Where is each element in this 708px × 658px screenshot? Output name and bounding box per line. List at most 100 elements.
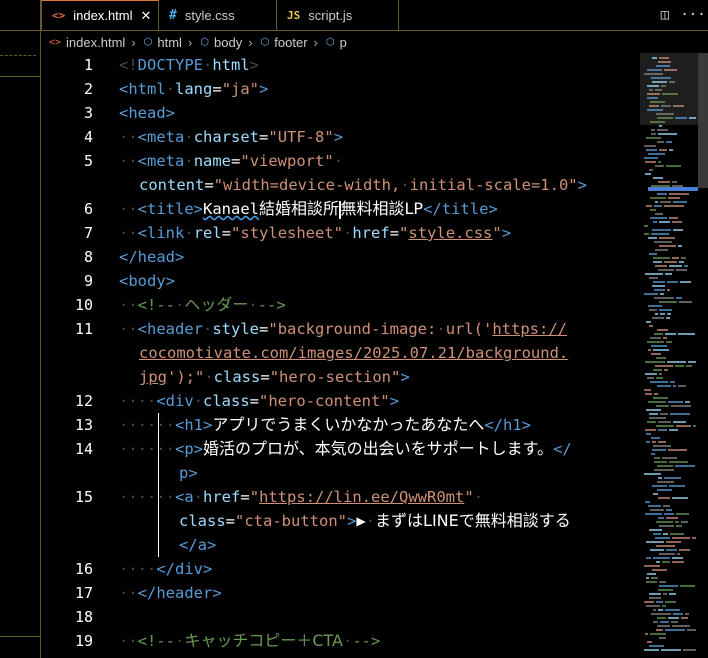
link-line-url[interactable]: https://lin.ee/QwwR0mt — [259, 488, 464, 506]
minimap-stroke — [646, 321, 651, 323]
minimap-stroke — [655, 201, 658, 203]
breadcrumb-label: body — [214, 34, 243, 50]
minimap[interactable] — [640, 53, 698, 658]
token-tag: > — [400, 368, 410, 386]
minimap-stroke — [665, 601, 676, 603]
minimap-stroke — [655, 89, 662, 91]
token-comment: --> — [257, 296, 286, 314]
breadcrumb-item-p[interactable]: ⬡ p — [318, 35, 347, 50]
code-line-wrap: </a> — [179, 533, 216, 557]
tab-style-css[interactable]: # style.css — [159, 0, 277, 30]
minimap-stroke — [653, 177, 663, 179]
minimap-stroke — [651, 577, 658, 579]
token-comment: <!-- — [137, 632, 175, 650]
minimap-stroke — [659, 309, 672, 311]
tab-label: index.html — [73, 8, 133, 23]
vertical-scrollbar-thumb[interactable] — [698, 53, 708, 188]
minimap-stroke — [657, 625, 670, 627]
token-bracket: <! — [119, 56, 138, 74]
minimap-stroke — [666, 541, 681, 543]
minimap-stroke — [647, 93, 660, 95]
minimap-stroke — [677, 553, 680, 555]
minimap-stroke — [672, 557, 683, 559]
minimap-stroke — [658, 477, 662, 479]
code-line: <!DOCTYPE·html> — [119, 56, 260, 74]
minimap-stroke — [659, 245, 676, 247]
minimap-stroke — [656, 545, 675, 547]
link-background-url[interactable]: https:// — [492, 320, 567, 338]
minimap-stroke — [673, 229, 683, 231]
close-icon[interactable]: ✕ — [141, 8, 152, 24]
minimap-stroke — [660, 413, 668, 415]
token-string: "width=device-width, — [213, 176, 401, 194]
minimap-stroke — [675, 117, 687, 119]
minimap-stroke — [648, 237, 657, 239]
minimap-stroke — [646, 581, 657, 583]
minimap-stroke — [646, 557, 651, 559]
code-line-wrap: class="cta-button">▶·まずはLINEで無料相談する — [179, 511, 571, 530]
minimap-stroke — [656, 357, 666, 359]
minimap-stroke — [654, 205, 662, 207]
token-tag: > — [389, 392, 400, 410]
token-attr: charset — [193, 128, 260, 146]
line-number: 16 — [74, 560, 93, 578]
play-triangle-glyph: ▶ — [356, 512, 366, 530]
minimap-stroke — [692, 537, 696, 539]
minimap-stroke — [668, 449, 687, 451]
minimap-stroke — [665, 629, 685, 631]
minimap-stroke — [650, 381, 668, 383]
more-actions-icon[interactable]: ··· — [680, 7, 705, 23]
minimap-stroke — [658, 441, 666, 443]
minimap-stroke — [645, 501, 650, 503]
minimap-stroke — [645, 361, 665, 363]
minimap-stroke — [655, 249, 668, 251]
code-line: ··<link·rel="stylesheet"·href="style.css… — [119, 224, 512, 242]
minimap-stroke — [645, 373, 657, 375]
minimap-stroke — [648, 153, 665, 155]
token-tag: <p> — [175, 440, 203, 458]
breadcrumb-item-body[interactable]: ⬡ body › — [192, 35, 252, 50]
code-line: ······<a·href="https://lin.ee/QwwR0mt"· — [119, 488, 484, 506]
minimap-stroke — [661, 649, 681, 651]
minimap-stroke — [651, 233, 669, 235]
code-line: ······<h1>アプリでうまくいかなかったあなたへ</h1> — [119, 415, 532, 434]
minimap-stroke — [668, 617, 679, 619]
tab-index-html[interactable]: <> index.html ✕ — [41, 0, 159, 30]
minimap-stroke — [653, 445, 671, 447]
minimap-stroke — [667, 281, 678, 283]
token-tag: <link — [137, 224, 185, 242]
sidebar-divider — [0, 30, 40, 31]
minimap-stroke — [649, 253, 657, 255]
token-string: "viewport" — [240, 152, 334, 170]
minimap-stroke — [673, 421, 686, 423]
token-text: アプリでうまくいかなかったあなたへ — [212, 415, 485, 434]
breadcrumb-item-index-html[interactable]: <> index.html › — [41, 35, 136, 50]
minimap-stroke — [649, 325, 653, 327]
link-background-url[interactable]: jpg — [139, 368, 167, 386]
line-number: 6 — [83, 200, 93, 218]
minimap-stroke — [653, 533, 661, 535]
token-tag: </header> — [137, 584, 222, 602]
line-number: 12 — [74, 392, 93, 410]
split-editor-icon[interactable]: ◫ — [658, 7, 672, 23]
minimap-stroke — [675, 465, 695, 467]
minimap-stroke — [657, 141, 664, 143]
breadcrumb-item-html[interactable]: ⬡ html › — [136, 35, 193, 50]
minimap-stroke — [651, 133, 656, 135]
minimap-stroke — [649, 277, 658, 279]
minimap-stroke — [656, 405, 669, 407]
tab-script-js[interactable]: JS script.js — [277, 0, 399, 30]
code-editor[interactable]: 1 2 3 4 5 6 7 8 9 10 11 12 13 14 15 16 1… — [41, 53, 639, 658]
minimap-stroke — [666, 341, 672, 343]
minimap-stroke — [654, 241, 672, 243]
minimap-stroke — [657, 117, 673, 119]
breadcrumb-item-footer[interactable]: ⬡ footer › — [253, 35, 318, 50]
token-tag: > — [501, 224, 512, 242]
link-background-url[interactable]: cocomotivate.com/images/2025.07.21/backg… — [139, 344, 568, 362]
minimap-stroke — [657, 617, 666, 619]
minimap-stroke — [656, 377, 663, 379]
code-line: ··<!--·キャッチコピー＋CTA·--> — [119, 631, 381, 650]
link-style-css[interactable]: style.css — [408, 224, 492, 242]
minimap-stroke — [666, 549, 677, 551]
token-tag: p> — [179, 464, 198, 482]
